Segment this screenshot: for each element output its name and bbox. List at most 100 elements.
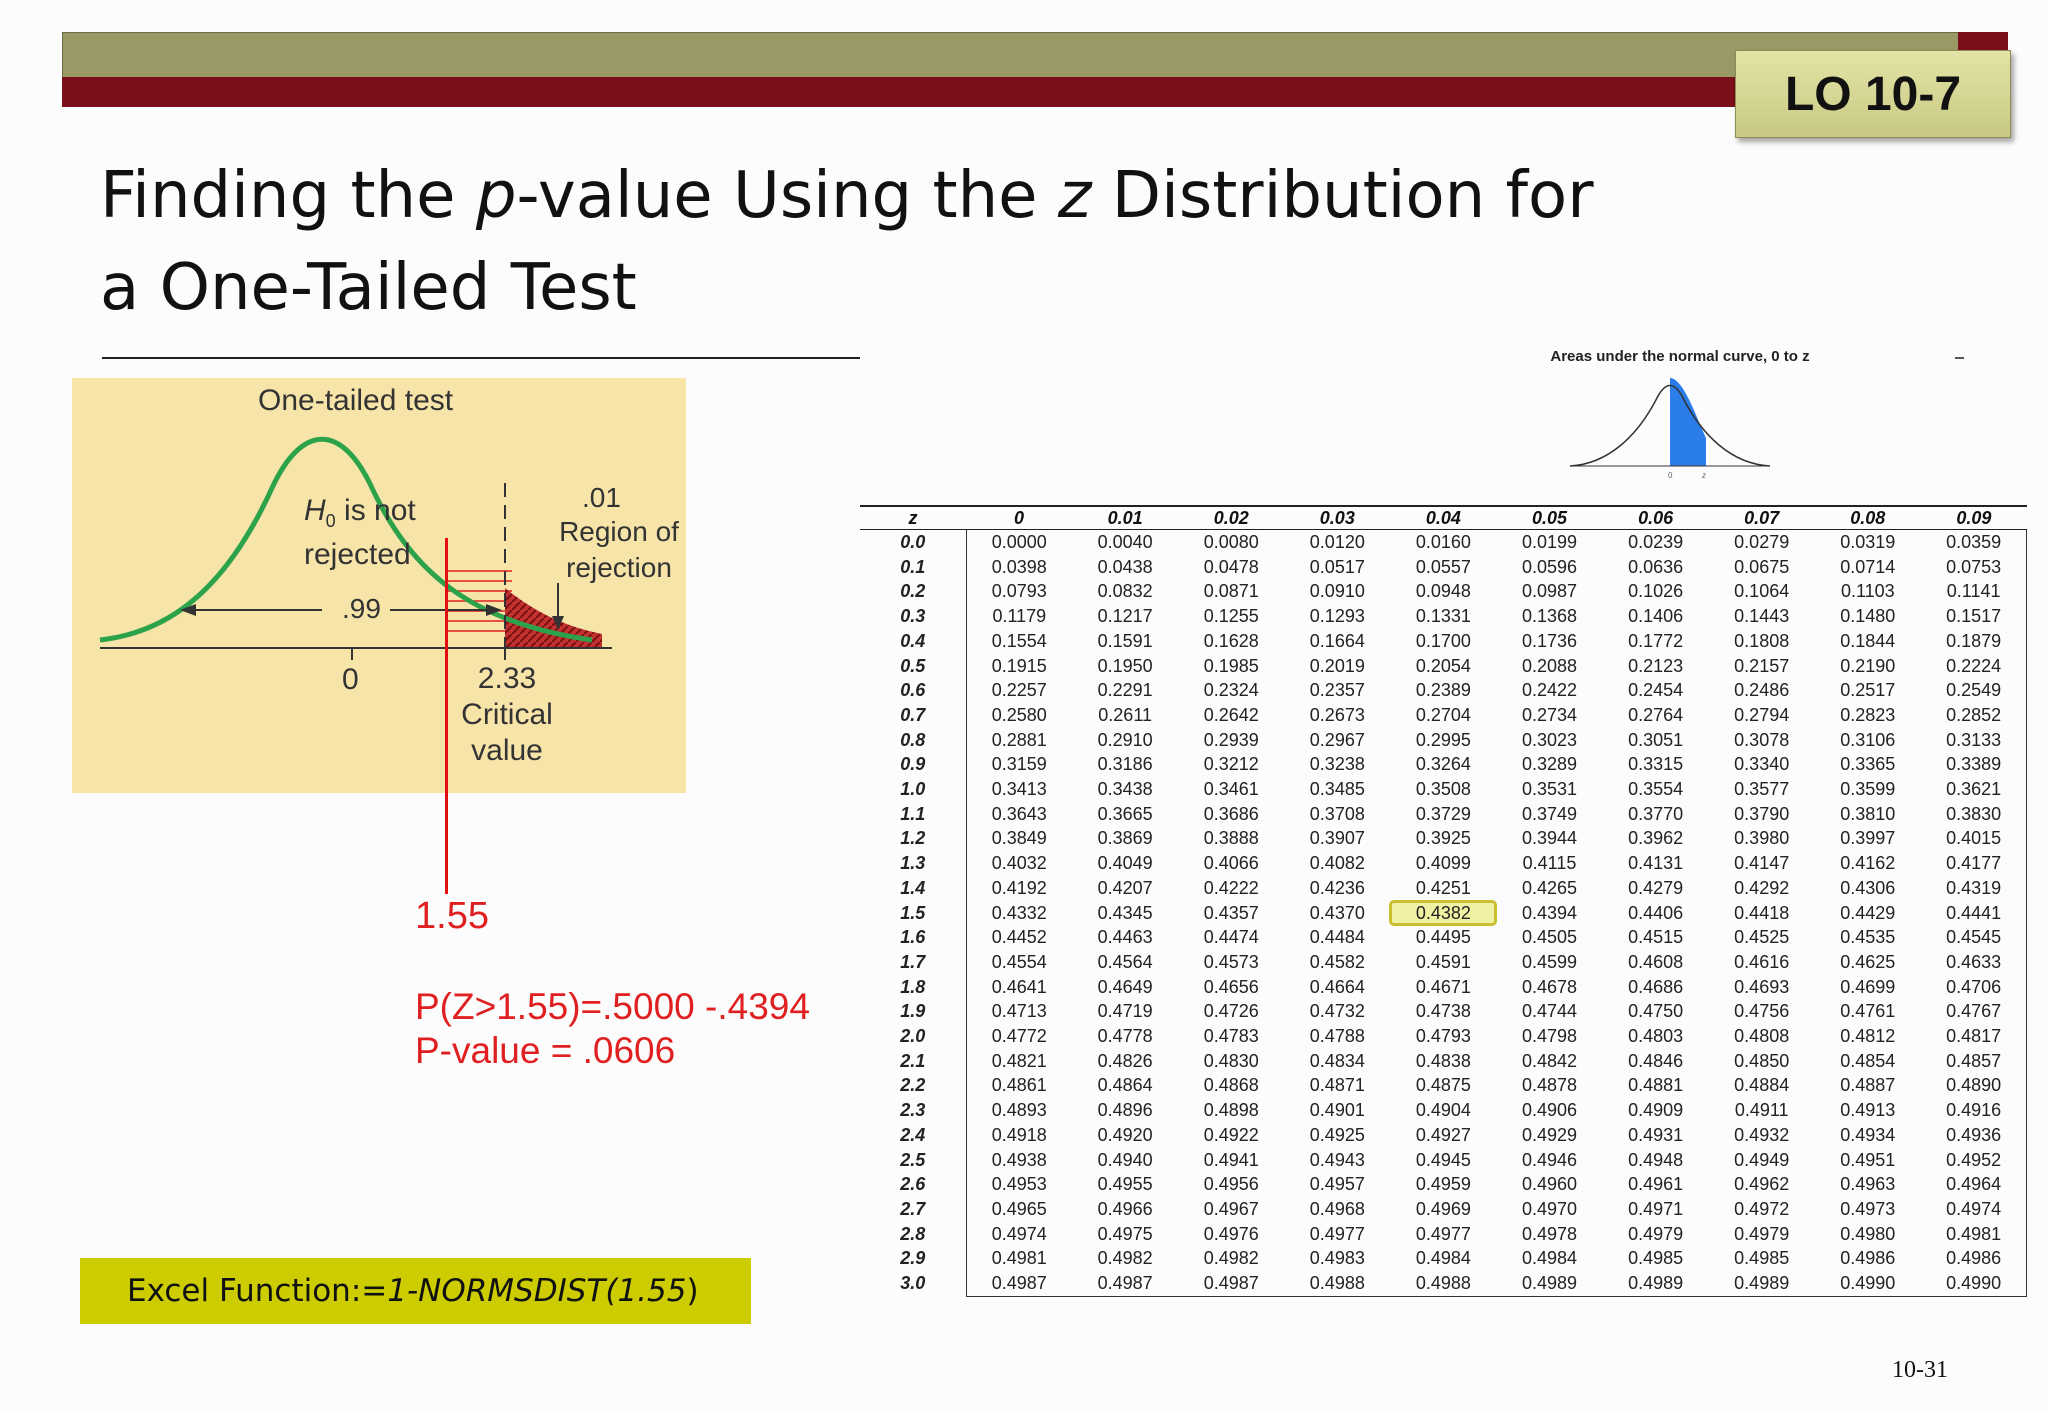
- table-cell: 0.4887: [1840, 1075, 1896, 1096]
- z-row-label: 2.8: [900, 1223, 926, 1244]
- h0-text: is not: [335, 494, 416, 527]
- z-row-label: 2.0: [900, 1026, 926, 1047]
- table-cell: 0.4931: [1628, 1124, 1684, 1145]
- table-cell: 0.4890: [1920, 1073, 2028, 1099]
- table-cell: 0.4826: [1097, 1050, 1153, 1071]
- table-cell: 0.2910: [1097, 729, 1153, 750]
- z-row-label: 0.8: [900, 729, 926, 750]
- table-cell: 0.4772: [965, 1024, 1073, 1049]
- z-row-label: 1.5: [900, 902, 926, 923]
- table-cell: 0.4812: [1840, 1026, 1896, 1047]
- table-cell: 0.2224: [1920, 653, 2028, 679]
- table-cell: 0.0080: [1203, 532, 1259, 552]
- table-cell: 0.4641: [965, 974, 1073, 1000]
- table-row: 1.1 0.3643 0.3665 0.3686 0.3708 0.3729 0.3749 0…: [860, 801, 2028, 827]
- table-cell: 0.1628: [1203, 630, 1259, 651]
- bell-zero-label: 0: [1668, 471, 1673, 480]
- table-cell: 0.1950: [1097, 655, 1153, 676]
- alpha-label: .01: [582, 482, 621, 513]
- table-cell: 0.1591: [1097, 630, 1153, 651]
- z-table-header: 0.05: [1496, 505, 1603, 530]
- table-cell: 0.4932: [1734, 1124, 1790, 1145]
- table-cell: 0.4990: [1814, 1271, 1921, 1297]
- table-cell: 0.4987: [1072, 1271, 1179, 1297]
- table-cell: 0.4345: [1097, 902, 1153, 923]
- table-cell: 0.4394: [1521, 902, 1578, 923]
- z-row-label: 1.9: [900, 1001, 926, 1022]
- table-row: 2.8 0.4974 0.4975 0.4976 0.4977 0.4977 0.4978 0…: [860, 1221, 2028, 1247]
- table-cell: 0.4967: [1203, 1198, 1259, 1219]
- zero-label: 0: [342, 663, 359, 696]
- table-cell: 0.0793: [965, 579, 1073, 605]
- z-row-label: 1.1: [900, 803, 926, 824]
- ninety-nine-label: .99: [336, 593, 387, 625]
- table-cell: 0.4484: [1309, 927, 1365, 948]
- table-cell: 0.0398: [965, 554, 1073, 580]
- table-cell: 0.4989: [1602, 1271, 1709, 1297]
- table-cell: 0.4969: [1415, 1198, 1471, 1219]
- slide-title: Finding the p-value Using the z Distribu…: [100, 150, 1650, 334]
- title-part: Distribution for: [1091, 159, 1594, 233]
- table-cell: 0.3078: [1734, 729, 1790, 750]
- table-cell: 0.4678: [1521, 976, 1578, 997]
- z-row-label: 1.4: [900, 877, 926, 898]
- table-cell: 0.3925: [1415, 828, 1471, 849]
- table-cell: 0.4693: [1734, 976, 1790, 997]
- table-cell: 0.3997: [1840, 828, 1896, 849]
- table-cell: 0.1064: [1734, 581, 1790, 602]
- table-cell: 0.4306: [1840, 877, 1896, 898]
- table-cell: 0.4981: [965, 1246, 1073, 1272]
- table-cell: 0.4977: [1415, 1223, 1471, 1244]
- table-cell: 0.4984: [1521, 1248, 1578, 1269]
- table-cell: 0.4974: [1920, 1196, 2028, 1222]
- table-cell: 0.0596: [1521, 556, 1578, 577]
- table-cell: 0.4515: [1628, 927, 1684, 948]
- z-table: z 0 0.01 0.02 0.03 0.04 0.05 0.06 0.07 0.08 0.09 0…: [860, 505, 2028, 1297]
- table-cell: 0.4980: [1840, 1223, 1896, 1244]
- table-cell: 0.4898: [1203, 1100, 1259, 1121]
- table-cell: 0.3869: [1097, 828, 1153, 849]
- table-cell: 0.4251: [1415, 877, 1471, 898]
- table-row: 0.3 0.1179 0.1217 0.1255 0.1293 0.1331 0.1368 0…: [860, 604, 2028, 629]
- table-cell: 0.4474: [1203, 927, 1259, 948]
- table-cell: 0.2764: [1628, 704, 1684, 725]
- table-cell: 0.4788: [1309, 1026, 1365, 1047]
- z-table-header: 0.03: [1284, 505, 1391, 530]
- z-table-header: 0.02: [1178, 505, 1285, 530]
- table-cell: 0.4131: [1628, 853, 1684, 874]
- table-cell: 0.4981: [1920, 1221, 2028, 1247]
- table-cell: 0.4946: [1521, 1149, 1578, 1170]
- table-cell: 0.4279: [1628, 877, 1684, 898]
- table-cell: 0.4850: [1734, 1050, 1790, 1071]
- table-cell: 0.4525: [1734, 927, 1790, 948]
- table-cell: 0.4952: [1920, 1147, 2028, 1173]
- table-cell: 0.4803: [1628, 1026, 1684, 1047]
- table-cell: 0.3888: [1203, 828, 1259, 849]
- table-cell: 0.3686: [1203, 803, 1259, 824]
- table-cell: 0.0987: [1521, 581, 1578, 602]
- table-cell: 0.4962: [1734, 1174, 1790, 1195]
- table-cell: 0.4964: [1920, 1172, 2028, 1197]
- table-cell: 0.4830: [1203, 1050, 1259, 1071]
- table-cell: 0.3962: [1628, 828, 1684, 849]
- table-cell: 0.1736: [1521, 630, 1578, 651]
- table-cell: 0.4222: [1203, 877, 1259, 898]
- table-cell: 0.4015: [1920, 826, 2028, 852]
- table-cell: 0.2881: [965, 727, 1073, 753]
- table-cell: 0.1480: [1840, 606, 1896, 627]
- z-table-header: 0.09: [1920, 505, 2027, 530]
- table-cell: 0.4896: [1097, 1100, 1153, 1121]
- table-cell: 0.3051: [1628, 729, 1684, 750]
- table-cell: 0.4984: [1415, 1248, 1471, 1269]
- table-row: 3.0 0.4987 0.4987 0.4987 0.4988 0.4988 0.4989 0…: [860, 1271, 2028, 1297]
- z-value-label: 1.55: [415, 895, 489, 937]
- table-cell: 0.2486: [1734, 680, 1790, 701]
- table-cell: 0.4909: [1628, 1100, 1684, 1121]
- table-cell: 0.3289: [1521, 754, 1578, 775]
- z-row-label: 1.0: [900, 779, 926, 800]
- critical-line1: Critical: [461, 698, 553, 731]
- table-cell: 0.4989: [1708, 1271, 1815, 1297]
- z-row-label: 2.9: [900, 1248, 926, 1269]
- z-row-label: 2.4: [900, 1124, 926, 1145]
- table-cell: 0.4934: [1840, 1124, 1896, 1145]
